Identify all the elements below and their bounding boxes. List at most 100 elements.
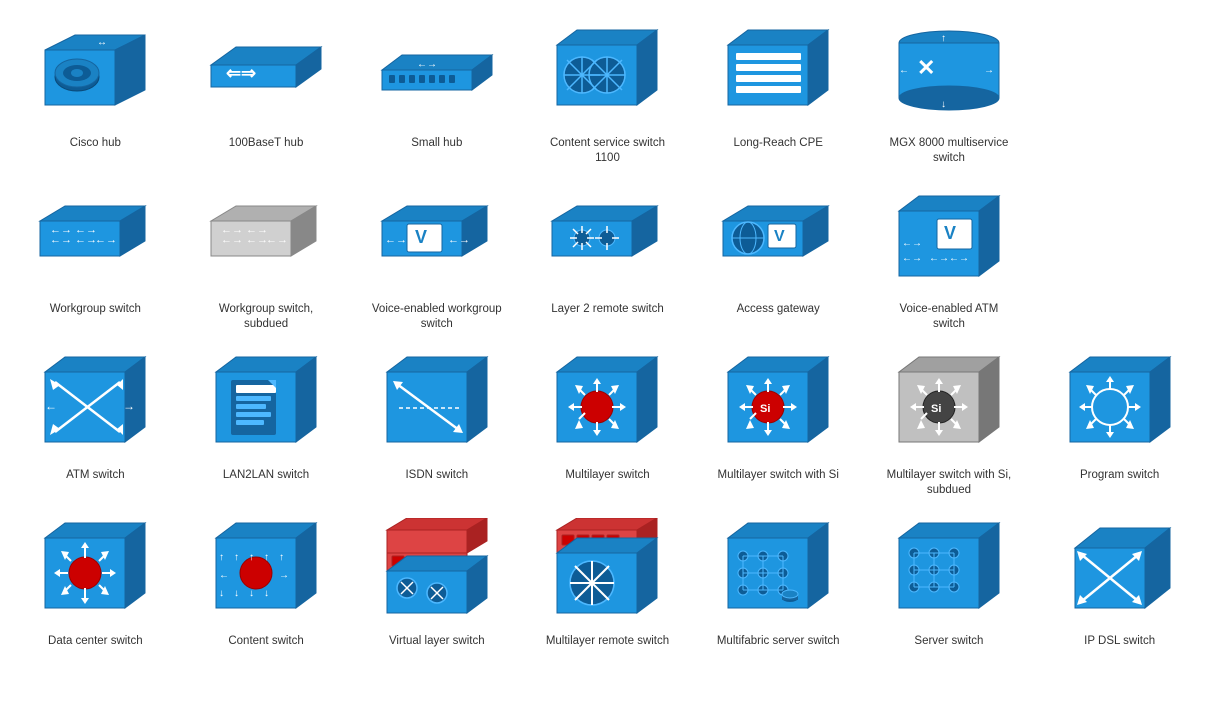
svg-text:←→: ←→ — [75, 224, 97, 236]
svg-text:↔: ↔ — [97, 37, 107, 48]
icon-item-access-gateway: V Access gateway — [698, 186, 859, 332]
svg-text:↓: ↓ — [264, 588, 269, 599]
svg-text:←→: ←→ — [221, 224, 243, 236]
icon-small-hub: ←→ — [372, 20, 502, 130]
icon-long-reach-cpe — [713, 20, 843, 130]
label-multilayer-switch: Multilayer switch — [565, 468, 649, 483]
label-program-switch: Program switch — [1080, 468, 1159, 483]
svg-text:↓: ↓ — [941, 99, 946, 110]
icon-content-switch: ↑ ↑ ↑ ↑ ↑ ↓ ↓ ↓ ↓ ← → — [201, 518, 331, 628]
icon-item-isdn-switch: ISDN switch — [356, 352, 517, 498]
label-multifabric-server-switch: Multifabric server switch — [717, 634, 840, 649]
svg-text:→: → — [984, 65, 994, 76]
spacer-item — [1039, 186, 1200, 332]
icon-multifabric-server-switch — [713, 518, 843, 628]
label-data-center-switch: Data center switch — [48, 634, 143, 649]
svg-text:↓: ↓ — [219, 588, 224, 599]
icon-layer2-remote-switch — [542, 186, 672, 296]
svg-text:↑: ↑ — [234, 552, 239, 563]
svg-text:↓: ↓ — [249, 588, 254, 599]
icon-voice-enabled-workgroup-switch: V ←→ ←→ — [372, 186, 502, 296]
icon-item-mgx-8000: ✕ ← → ↑ ↓ MGX 8000 multiservice switch — [869, 20, 1030, 166]
label-workgroup-switch: Workgroup switch — [50, 302, 141, 317]
svg-text:←→: ←→ — [50, 224, 72, 236]
icon-multilayer-switch-si-subdued: Si — [884, 352, 1014, 462]
svg-text:←: ← — [45, 399, 57, 413]
label-cisco-hub: Cisco hub — [70, 136, 121, 151]
svg-text:←: ← — [899, 65, 909, 76]
svg-text:←: ← — [219, 570, 229, 581]
label-100baset-hub: 100BaseT hub — [229, 136, 304, 151]
label-voice-enabled-atm-switch: Voice-enabled ATM switch — [884, 302, 1014, 332]
svg-text:↓: ↓ — [234, 588, 239, 599]
icon-item-voice-enabled-workgroup-switch: V ←→ ←→ Voice-enabled workgroup switch — [356, 186, 517, 332]
icon-multilayer-switch — [542, 352, 672, 462]
label-virtual-layer-switch: Virtual layer switch — [389, 634, 485, 649]
label-multilayer-switch-si-subdued: Multilayer switch with Si, subdued — [884, 468, 1014, 498]
icon-item-virtual-layer-switch: Virtual layer switch — [356, 518, 517, 649]
svg-text:↑: ↑ — [941, 33, 946, 44]
icon-item-data-center-switch: Data center switch — [15, 518, 176, 649]
icon-item-multilayer-switch-si-subdued: Si Multilayer switch with Si, subdued — [869, 352, 1030, 498]
svg-text:←→: ←→ — [417, 59, 437, 70]
label-voice-enabled-workgroup-switch: Voice-enabled workgroup switch — [372, 302, 502, 332]
icon-item-multilayer-switch: Multilayer switch — [527, 352, 688, 498]
svg-text:→: → — [123, 399, 135, 413]
icon-item-layer2-remote-switch: Layer 2 remote switch — [527, 186, 688, 332]
icon-item-content-service-switch-1100: Content service switch 1100 — [527, 20, 688, 166]
svg-text:←→: ←→ — [902, 253, 922, 264]
icon-cisco-hub: ↔ — [30, 20, 160, 130]
svg-text:→: → — [279, 570, 289, 581]
svg-text:←→: ←→ — [95, 234, 117, 246]
label-multilayer-remote-switch: Multilayer remote switch — [546, 634, 669, 649]
svg-text:↑: ↑ — [279, 552, 284, 563]
icon-item-workgroup-switch-subdued: ←→ ←→ ←→ ←→ ←→ Workgroup switch, subdued — [186, 186, 347, 332]
icon-mgx-8000: ✕ ← → ↑ ↓ — [884, 20, 1014, 130]
icon-content-service-switch-1100 — [542, 20, 672, 130]
label-mgx-8000: MGX 8000 multiservice switch — [884, 136, 1014, 166]
icon-lan2lan-switch — [201, 352, 331, 462]
svg-text:↑: ↑ — [264, 552, 269, 563]
icon-item-cisco-hub: ↔ Cisco hub — [15, 20, 176, 166]
icon-item-server-switch: Server switch — [869, 518, 1030, 649]
svg-text:V: V — [415, 227, 427, 247]
label-workgroup-switch-subdued: Workgroup switch, subdued — [201, 302, 331, 332]
label-long-reach-cpe: Long-Reach CPE — [733, 136, 823, 151]
icon-100baset-hub: ⇒ ⇐ — [201, 20, 331, 130]
label-content-switch: Content switch — [228, 634, 303, 649]
svg-text:←→: ←→ — [448, 234, 470, 246]
icon-ip-dsl-switch — [1055, 518, 1185, 628]
svg-text:←→: ←→ — [902, 238, 922, 249]
icon-item-lan2lan-switch: LAN2LAN switch — [186, 352, 347, 498]
svg-text:←→: ←→ — [929, 253, 949, 264]
icon-isdn-switch — [372, 352, 502, 462]
icon-item-program-switch: Program switch — [1039, 352, 1200, 498]
icon-item-multilayer-remote-switch: Multilayer remote switch — [527, 518, 688, 649]
icon-program-switch — [1055, 352, 1185, 462]
svg-text:←→: ←→ — [949, 253, 969, 264]
svg-text:✕: ✕ — [917, 55, 935, 80]
svg-text:↑: ↑ — [249, 552, 254, 563]
icon-server-switch — [884, 518, 1014, 628]
svg-text:V: V — [944, 223, 956, 243]
icon-item-atm-switch: ← → ATM switch — [15, 352, 176, 498]
icon-item-workgroup-switch: ←→ ←→ ←→ ←→ ←→ Workgroup switch — [15, 186, 176, 332]
label-isdn-switch: ISDN switch — [405, 468, 468, 483]
icon-item-small-hub: ←→ Small hub — [356, 20, 517, 166]
label-access-gateway: Access gateway — [737, 302, 820, 317]
icon-item-100baset-hub: ⇒ ⇐ 100BaseT hub — [186, 20, 347, 166]
icon-access-gateway: V — [713, 186, 843, 296]
label-ip-dsl-switch: IP DSL switch — [1084, 634, 1155, 649]
icon-atm-switch: ← → — [30, 352, 160, 462]
icon-item-ip-dsl-switch: IP DSL switch — [1039, 518, 1200, 649]
svg-text:←→: ←→ — [385, 234, 407, 246]
icon-item-multifabric-server-switch: Multifabric server switch — [698, 518, 859, 649]
spacer-item — [1039, 20, 1200, 166]
icon-workgroup-switch: ←→ ←→ ←→ ←→ ←→ — [30, 186, 160, 296]
icon-item-multilayer-switch-si: Si Multilayer switch with Si — [698, 352, 859, 498]
svg-text:←→: ←→ — [266, 234, 288, 246]
label-multilayer-switch-si: Multilayer switch with Si — [717, 468, 838, 483]
svg-text:⇒: ⇒ — [241, 63, 256, 83]
icon-grid: ↔ Cisco hub ⇒ ⇐ 100BaseT hub ←→ Small hu… — [0, 0, 1215, 669]
icon-item-voice-enabled-atm-switch: V ←→ ←→ ←→ ←→ Voice-enabled ATM switch — [869, 186, 1030, 332]
